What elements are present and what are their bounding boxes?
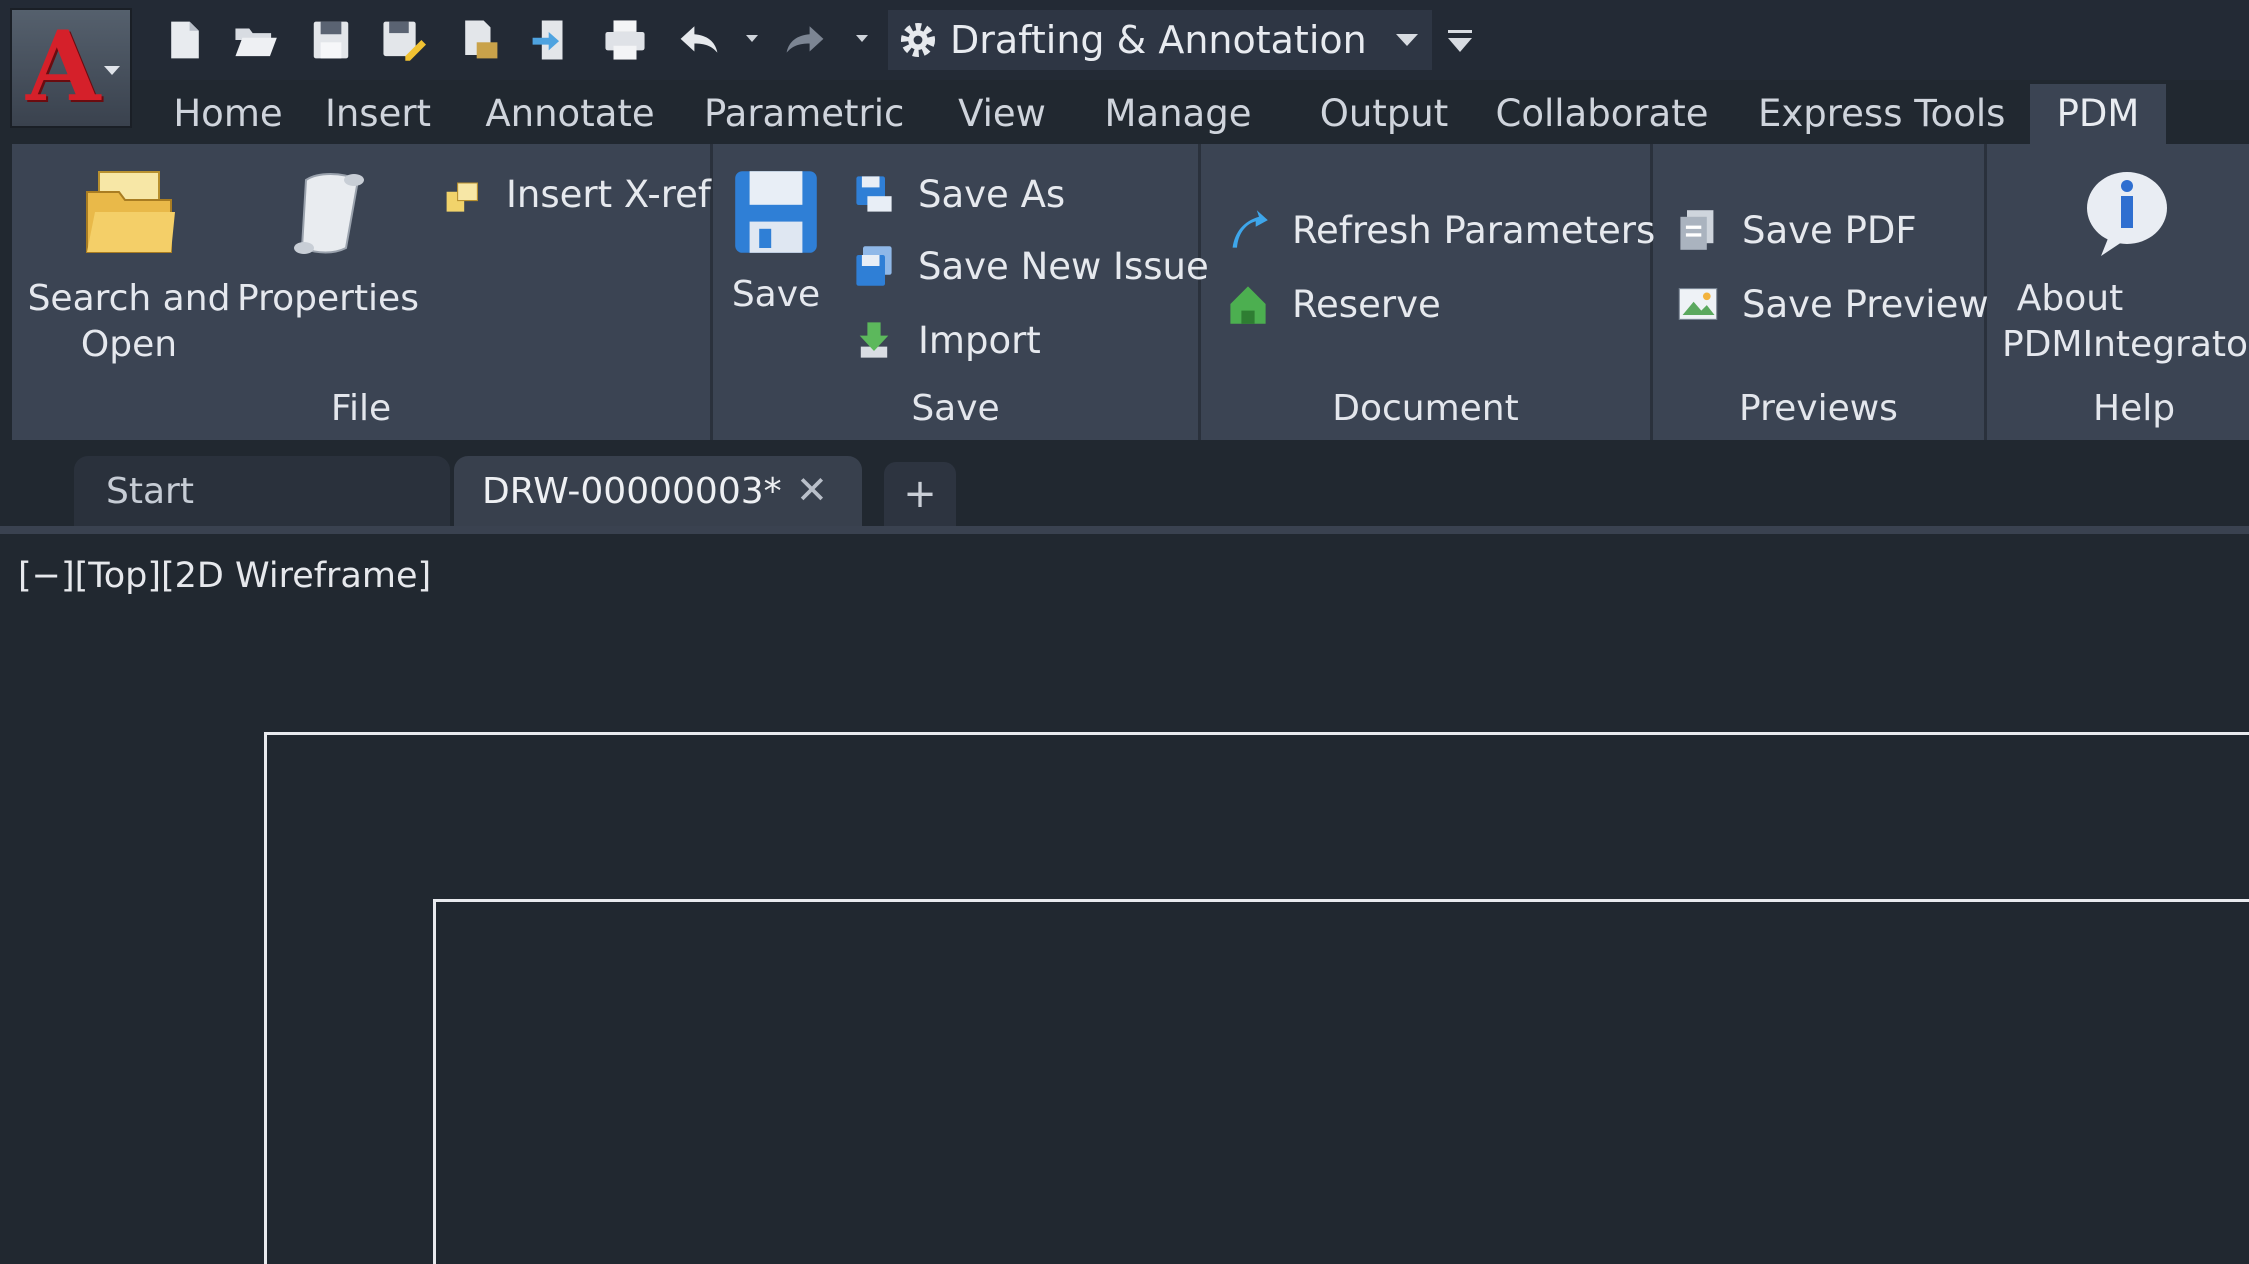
new-tab-button[interactable]: + [884,462,956,526]
save-as-button[interactable]: Save As [852,168,1065,220]
save-pdf-button[interactable]: Save PDF [1676,204,1917,256]
undo-icon[interactable] [672,14,726,66]
import-arrow-icon [859,322,889,358]
search-and-open-label-2: Open [80,324,178,365]
tab-pdm[interactable]: PDM [2030,84,2166,144]
xref-icon [446,182,478,212]
about-label-2: PDMIntegrato [2002,324,2249,365]
reserve-button[interactable]: Reserve [1226,278,1441,330]
tab-insert[interactable]: Insert [318,84,438,144]
plot-icon[interactable] [598,14,652,66]
image-preview-icon [1678,288,1718,320]
properties-label: Properties [237,278,419,319]
tab-express-tools[interactable]: Express Tools [1758,84,2005,144]
refresh-parameters-label: Refresh Parameters [1292,208,1656,252]
close-icon[interactable]: ✕ [796,468,828,512]
viewport-controls[interactable]: [−][Top][2D Wireframe] [18,556,431,596]
insert-xref-label: Insert X-ref [506,172,711,216]
import-icon[interactable] [524,14,578,66]
save-preview-label: Save Preview [1742,282,1989,326]
tab-bar-underline [0,526,2249,534]
import-label: Import [918,318,1041,362]
save-button[interactable]: Save [724,164,828,318]
floppy-save-icon [735,171,817,253]
save-panel-title: Save [911,388,1000,429]
drawing-border-inner [433,899,2249,1264]
reserve-label: Reserve [1292,282,1441,326]
save-preview-button[interactable]: Save Preview [1676,278,1989,330]
undo-dropdown-icon[interactable] [742,28,762,48]
pdf-icon [1680,210,1714,250]
redo-icon[interactable] [778,14,832,66]
app-menu-caret-icon [104,66,120,75]
save-icon[interactable] [304,14,358,66]
import-button[interactable]: Import [852,314,1041,366]
save-label: Save [731,274,821,315]
publish-icon[interactable] [452,14,506,66]
workspace-label: Drafting & Annotation [950,18,1367,62]
tab-annotate[interactable]: Annotate [480,84,660,144]
info-icon [2087,172,2167,256]
help-panel-title: Help [2093,388,2176,429]
drawing-tab-label: DRW-00000003* [482,471,782,512]
folder-documents-icon [86,171,175,253]
tab-manage[interactable]: Manage [1098,84,1258,144]
tab-parametric[interactable]: Parametric [704,84,904,144]
new-icon[interactable] [158,14,212,66]
tab-collaborate[interactable]: Collaborate [1492,84,1712,144]
workspace-selector[interactable]: Drafting & Annotation [888,10,1432,70]
ribbon-tab-bar: Home Insert Annotate Parametric View Man… [150,84,2249,144]
tab-start[interactable]: Start [74,456,450,528]
about-label-1: About [2016,278,2124,319]
previews-panel-title: Previews [1739,388,1898,429]
save-as-icon[interactable] [376,14,430,66]
tab-output[interactable]: Output [1308,84,1460,144]
scroll-icon [294,173,364,254]
search-and-open-label-1: Search and [27,278,231,319]
save-new-issue-label: Save New Issue [918,244,1209,288]
about-pdmintegrator-button[interactable]: About PDMIntegrato [1996,164,2249,368]
save-pdf-label: Save PDF [1742,208,1917,252]
document-panel-title: Document [1332,388,1519,429]
search-and-open-button[interactable]: Search and Open [24,164,234,368]
properties-button[interactable]: Properties [236,164,420,322]
reserve-house-icon [1230,286,1266,324]
insert-xref-button[interactable]: Insert X-ref [440,168,711,220]
refresh-icon [1232,210,1268,248]
refresh-parameters-button[interactable]: Refresh Parameters [1226,204,1655,256]
chevron-down-icon [1396,34,1418,46]
autocad-logo: A [26,10,101,123]
save-new-issue-button[interactable]: Save New Issue [852,240,1209,292]
save-as-label: Save As [918,172,1066,216]
save-as-icon [856,176,892,212]
customize-quick-access-icon[interactable] [1446,28,1474,54]
tab-home[interactable]: Home [158,84,298,144]
gear-icon [900,22,936,58]
save-new-issue-icon [856,246,892,286]
application-menu-button[interactable]: A [10,8,132,128]
open-icon[interactable] [228,14,282,66]
redo-dropdown-icon[interactable] [852,28,872,48]
file-panel-title: File [330,388,392,429]
tab-view[interactable]: View [950,84,1054,144]
